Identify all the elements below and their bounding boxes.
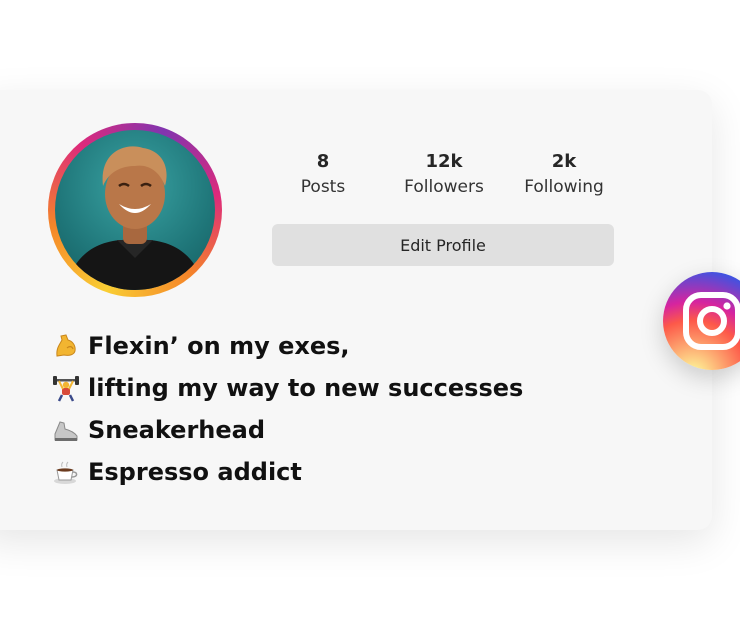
following-label: Following [524, 177, 604, 197]
stat-posts[interactable]: 8 Posts [263, 150, 383, 200]
stat-following[interactable]: 2k Following [504, 150, 624, 200]
coffee-cup-icon [48, 458, 84, 486]
posts-label: Posts [300, 177, 346, 197]
weightlifter-icon [48, 374, 84, 402]
flexed-biceps-icon [48, 332, 84, 360]
sneaker-icon [48, 416, 84, 444]
avatar[interactable] [55, 130, 215, 290]
instagram-logo-icon [663, 272, 740, 370]
followers-label: Followers [404, 177, 484, 197]
bio-text: Flexin’ on my exes, [88, 332, 350, 360]
edit-profile-button[interactable]: Edit Profile [272, 224, 614, 266]
bio-text: Espresso addict [88, 458, 302, 486]
bio-line: Sneakerhead [48, 409, 523, 451]
stat-followers[interactable]: 12k Followers [384, 150, 504, 200]
bio-text: Sneakerhead [88, 416, 266, 444]
bio-line: Espresso addict [48, 451, 523, 493]
bio-line: Flexin’ on my exes, [48, 325, 523, 367]
bio-line: lifting my way to new successes [48, 367, 523, 409]
bio: Flexin’ on my exes, lifting my way to ne… [48, 325, 523, 493]
posts-count: 8 [316, 151, 330, 172]
following-count: 2k [551, 151, 577, 172]
avatar-photo [65, 146, 205, 290]
instagram-glyph-icon [683, 292, 740, 350]
bio-text: lifting my way to new successes [88, 374, 524, 402]
followers-count: 12k [425, 151, 463, 172]
avatar-story-ring[interactable] [48, 123, 222, 297]
